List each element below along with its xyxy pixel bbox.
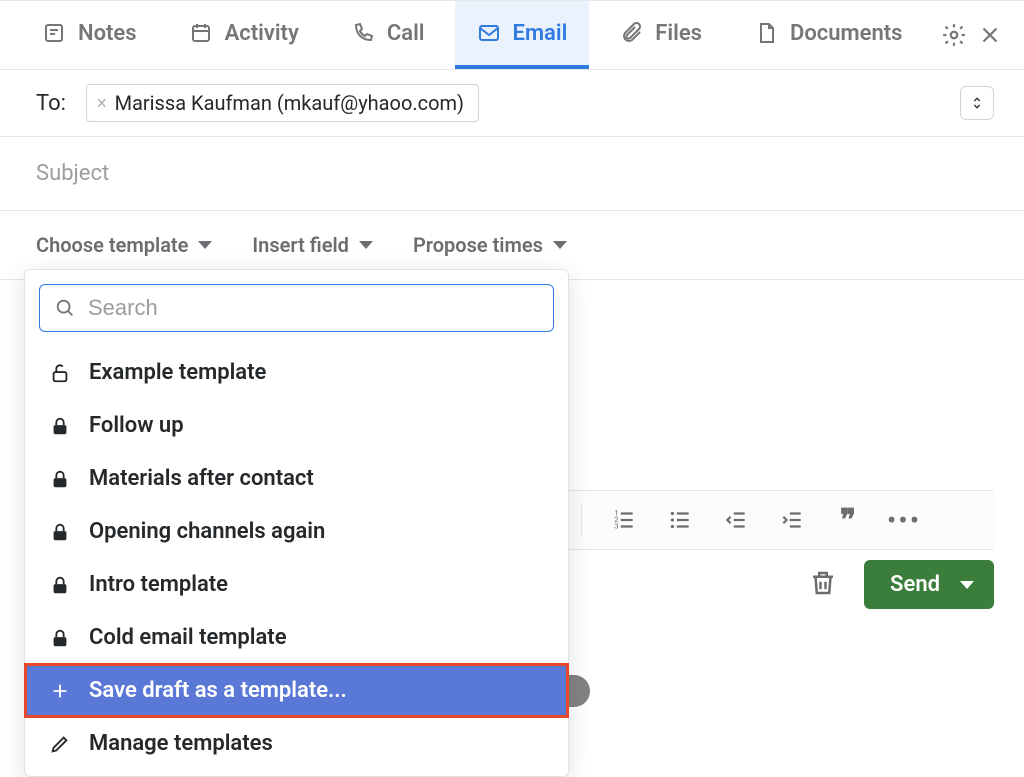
send-button[interactable]: Send	[864, 560, 994, 609]
note-icon	[42, 21, 66, 45]
to-row: To: × Marissa Kaufman (mkauf@yhaoo.com)	[0, 70, 1024, 137]
more-icon: •••	[887, 504, 921, 537]
phone-icon	[351, 21, 375, 45]
discard-button[interactable]	[808, 568, 838, 602]
unlock-icon	[49, 362, 71, 384]
quote-icon: ❞	[840, 503, 856, 538]
template-item-intro[interactable]: Intro template	[25, 558, 568, 611]
lock-icon	[49, 415, 71, 437]
chevron-down-icon	[198, 241, 212, 249]
chevron-down-icon	[553, 241, 567, 249]
tab-files[interactable]: Files	[597, 1, 724, 69]
search-icon	[54, 297, 76, 319]
tab-label: Call	[387, 21, 425, 46]
email-icon	[477, 21, 501, 45]
subject-placeholder: Subject	[36, 161, 109, 186]
paperclip-icon	[619, 21, 643, 45]
gear-icon	[941, 22, 967, 48]
close-button[interactable]	[976, 17, 1004, 53]
template-item-label: Cold email template	[89, 625, 287, 650]
chevron-down-icon	[960, 581, 974, 589]
svg-text:3: 3	[614, 522, 618, 531]
template-item-followup[interactable]: Follow up	[25, 399, 568, 452]
document-icon	[754, 21, 778, 45]
outdent-icon	[723, 507, 749, 533]
lock-icon	[49, 468, 71, 490]
recipient-chip[interactable]: × Marissa Kaufman (mkauf@yhaoo.com)	[86, 84, 479, 122]
recipient-name: Marissa Kaufman (mkauf@yhaoo.com)	[115, 91, 464, 115]
pencil-icon	[49, 733, 71, 755]
divider	[581, 503, 582, 537]
save-draft-as-template[interactable]: Save draft as a template...	[25, 664, 568, 717]
ordered-list-icon: 123	[611, 507, 637, 533]
remove-recipient-icon[interactable]: ×	[97, 93, 107, 114]
menubtn-label: Propose times	[413, 233, 543, 257]
save-draft-label: Save draft as a template...	[89, 678, 347, 703]
template-item-cold[interactable]: Cold email template	[25, 611, 568, 664]
close-icon	[977, 22, 1003, 48]
lock-icon	[49, 574, 71, 596]
template-item-label: Follow up	[89, 413, 184, 438]
chevron-down-icon	[359, 241, 373, 249]
compose-menubar: Choose template Insert field Propose tim…	[0, 211, 1024, 280]
sort-icon	[969, 95, 985, 111]
insert-field-button[interactable]: Insert field	[252, 233, 373, 257]
tab-label: Documents	[790, 21, 902, 46]
tab-documents[interactable]: Documents	[732, 1, 924, 69]
tab-label: Email	[513, 21, 568, 46]
quote-button[interactable]: ❞	[834, 506, 862, 534]
menubtn-label: Insert field	[252, 233, 349, 257]
template-item-label: Intro template	[89, 572, 228, 597]
tab-label: Files	[655, 21, 702, 46]
template-search-input[interactable]	[88, 295, 539, 321]
tab-label: Notes	[78, 21, 137, 46]
template-item-opening[interactable]: Opening channels again	[25, 505, 568, 558]
lock-icon	[49, 521, 71, 543]
more-format-button[interactable]: •••	[890, 506, 918, 534]
tab-label: Activity	[225, 21, 299, 46]
template-item-label: Opening channels again	[89, 519, 325, 544]
propose-times-button[interactable]: Propose times	[413, 233, 567, 257]
send-label: Send	[890, 572, 940, 597]
expand-recipients-button[interactable]	[960, 86, 994, 120]
format-toolbar: 123 ❞ •••	[560, 490, 994, 550]
plus-icon	[49, 680, 71, 702]
subject-row[interactable]: Subject	[0, 137, 1024, 211]
tab-notes[interactable]: Notes	[20, 1, 159, 69]
indent-icon	[779, 507, 805, 533]
tab-activity[interactable]: Activity	[167, 1, 321, 69]
template-search[interactable]	[39, 284, 554, 332]
tab-email[interactable]: Email	[455, 1, 590, 69]
unordered-list-icon	[667, 507, 693, 533]
manage-templates-label: Manage templates	[89, 731, 273, 756]
choose-template-button[interactable]: Choose template	[36, 233, 212, 257]
indent-button[interactable]	[778, 506, 806, 534]
template-item-label: Example template	[89, 360, 266, 385]
trash-icon	[808, 568, 838, 598]
menubtn-label: Choose template	[36, 233, 188, 257]
lock-icon	[49, 627, 71, 649]
manage-templates[interactable]: Manage templates	[25, 717, 568, 770]
template-dropdown: Example template Follow up Materials aft…	[24, 269, 569, 777]
unordered-list-button[interactable]	[666, 506, 694, 534]
tab-bar: Notes Activity Call Email Files Document…	[0, 0, 1024, 70]
tab-call[interactable]: Call	[329, 1, 447, 69]
template-item-label: Materials after contact	[89, 466, 314, 491]
template-item-materials[interactable]: Materials after contact	[25, 452, 568, 505]
to-label: To:	[36, 91, 66, 116]
settings-button[interactable]	[940, 17, 968, 53]
ordered-list-button[interactable]: 123	[610, 506, 638, 534]
calendar-icon	[189, 21, 213, 45]
outdent-button[interactable]	[722, 506, 750, 534]
template-item-example[interactable]: Example template	[25, 346, 568, 399]
compose-actions: Send	[808, 560, 994, 609]
